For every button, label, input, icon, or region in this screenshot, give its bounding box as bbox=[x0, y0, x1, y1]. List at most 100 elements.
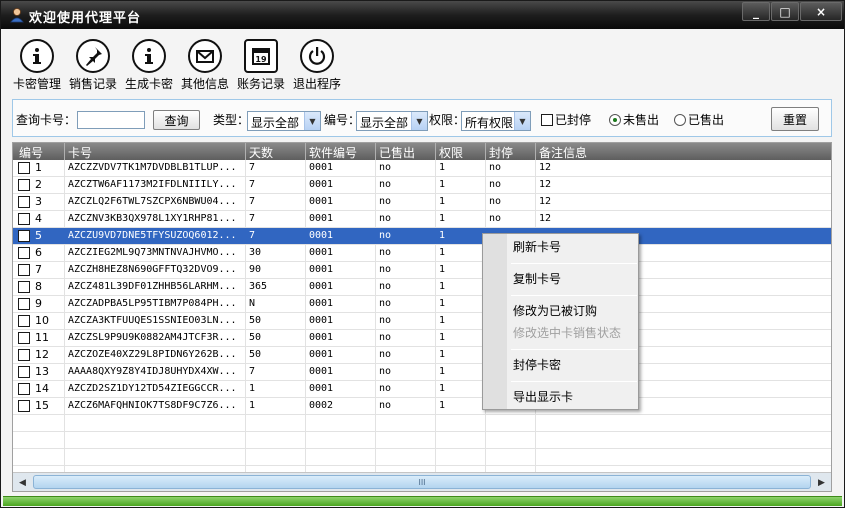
table-cell: no bbox=[379, 298, 392, 309]
other-info-button[interactable]: 其他信息 bbox=[179, 39, 231, 92]
column-header[interactable]: 已售出 bbox=[379, 144, 415, 161]
table-row[interactable]: 2 AZCZTW6AF1173M2IFDLNIIILY... 7 0001 no 1 no 1… bbox=[13, 177, 831, 194]
chevron-down-icon[interactable]: ▼ bbox=[411, 112, 427, 130]
table-row[interactable]: 12 AZCZOZE40XZ29L8PIDN6Y262B... 50 0001 no 1 bbox=[13, 347, 831, 364]
row-checkbox[interactable] bbox=[18, 383, 30, 395]
query-button[interactable]: 查询 bbox=[153, 110, 200, 130]
table-row[interactable]: 9 AZCZADPBA5LP95TIBM7P084PH... N 0001 no 1 bbox=[13, 296, 831, 313]
menu-item-copy-card[interactable]: 复制卡号 bbox=[513, 270, 561, 287]
column-divider[interactable] bbox=[535, 143, 536, 160]
row-checkbox[interactable] bbox=[18, 213, 30, 225]
chevron-down-icon[interactable]: ▼ bbox=[514, 112, 530, 130]
table-row[interactable]: 14 AZCZD2SZ1DY12TD54ZIEGGCCR... 1 0001 no 1 bbox=[13, 381, 831, 398]
column-header[interactable]: 封停 bbox=[489, 144, 513, 161]
row-checkbox[interactable] bbox=[18, 366, 30, 378]
blocked-checkbox[interactable] bbox=[541, 114, 553, 126]
unsold-radio[interactable] bbox=[609, 114, 621, 126]
column-header[interactable]: 卡号 bbox=[68, 144, 92, 161]
card-number-input[interactable] bbox=[77, 111, 145, 129]
close-button[interactable]: × bbox=[800, 2, 842, 21]
row-checkbox[interactable] bbox=[18, 247, 30, 259]
column-header[interactable]: 备注信息 bbox=[539, 144, 587, 161]
row-checkbox[interactable] bbox=[18, 230, 30, 242]
table-cell: 1 bbox=[439, 400, 446, 411]
column-header[interactable]: 编号 bbox=[19, 144, 43, 161]
maximize-button[interactable]: □ bbox=[771, 2, 799, 21]
row-checkbox[interactable] bbox=[18, 349, 30, 361]
chevron-down-icon[interactable]: ▼ bbox=[304, 112, 320, 130]
table-row[interactable]: 11 AZCZSL9P9U9K0882AM4JTCF3R... 50 0001 no 1 bbox=[13, 330, 831, 347]
table-cell: 0001 bbox=[309, 162, 334, 173]
column-header[interactable]: 权限 bbox=[439, 144, 463, 161]
permission-select[interactable]: 所有权限 ▼ bbox=[461, 111, 531, 131]
column-header[interactable]: 软件编号 bbox=[309, 144, 357, 161]
table-cell: AZCZ6MAFQHNIOK7TS8DF9C7Z6... bbox=[68, 400, 237, 411]
menu-item-block-card[interactable]: 封停卡密 bbox=[513, 356, 561, 373]
table-cell: AAAA8QXY9Z8Y4IDJ8UHYDX4XW... bbox=[68, 366, 237, 377]
exit-button[interactable]: 退出程序 bbox=[291, 39, 343, 92]
reset-button[interactable]: 重置 bbox=[771, 107, 819, 131]
table-cell: 4 bbox=[35, 212, 42, 225]
row-checkbox[interactable] bbox=[18, 281, 30, 293]
row-checkbox[interactable] bbox=[18, 196, 30, 208]
table-row[interactable]: 3 AZCZLQ2F6TWL7SZCPX6NBWU04... 7 0001 no 1 no 1… bbox=[13, 194, 831, 211]
table-cell: no bbox=[489, 213, 502, 224]
table-cell: 7 bbox=[249, 196, 256, 207]
table-row[interactable]: 6 AZCZIEG2ML9Q73MNTNVAJHVMO... 30 0001 no 1 bbox=[13, 245, 831, 262]
column-divider[interactable] bbox=[305, 143, 306, 160]
account-record-button[interactable]: 19 账务记录 bbox=[235, 39, 287, 92]
table-cell: AZCZU9VD7DNE5TFYSUZOQ6012... bbox=[68, 230, 237, 241]
context-menu: 刷新卡号 复制卡号 修改为已被订购 修改选中卡销售状态 封停卡密 导出显示卡 bbox=[482, 233, 639, 410]
column-divider[interactable] bbox=[435, 143, 436, 160]
table-cell: 0001 bbox=[309, 281, 334, 292]
calendar-icon: 19 bbox=[244, 39, 278, 73]
row-checkbox[interactable] bbox=[18, 400, 30, 412]
menu-item-export-cards[interactable]: 导出显示卡 bbox=[513, 388, 573, 405]
minimize-button[interactable]: _ bbox=[742, 2, 770, 21]
menu-separator bbox=[511, 381, 637, 382]
menu-item-refresh-card[interactable]: 刷新卡号 bbox=[513, 238, 561, 255]
horizontal-scrollbar[interactable]: ◀ III ▶ bbox=[13, 472, 831, 491]
row-checkbox[interactable] bbox=[18, 332, 30, 344]
table-row[interactable]: 13 AAAA8QXY9Z8Y4IDJ8UHYDX4XW... 7 0001 no 1 bbox=[13, 364, 831, 381]
column-divider[interactable] bbox=[64, 143, 65, 160]
menu-item-mark-ordered[interactable]: 修改为已被订购 bbox=[513, 302, 597, 319]
row-checkbox[interactable] bbox=[18, 298, 30, 310]
table-row[interactable]: 5 AZCZU9VD7DNE5TFYSUZOQ6012... 7 0001 no 1 bbox=[13, 228, 831, 245]
table-row[interactable]: 4 AZCZNV3KB3QX978L1XY1RHP81... 7 0001 no 1 no 1… bbox=[13, 211, 831, 228]
scroll-right-icon[interactable]: ▶ bbox=[813, 474, 830, 491]
title-bar[interactable]: 欢迎使用代理平台 _ □ × bbox=[1, 1, 844, 29]
table-cell: 0001 bbox=[309, 247, 334, 258]
column-divider[interactable] bbox=[245, 143, 246, 160]
power-icon bbox=[300, 39, 334, 73]
row-checkbox[interactable] bbox=[18, 179, 30, 191]
column-header[interactable]: 天数 bbox=[249, 144, 273, 161]
table-cell: no bbox=[489, 162, 502, 173]
row-checkbox[interactable] bbox=[18, 264, 30, 276]
table-row[interactable]: 7 AZCZH8HEZ8N690GFFTQ32DVO9... 90 0001 no 1 bbox=[13, 262, 831, 279]
toolbar: 卡密管理 销售记录 生成卡密 其他信息 19 账务记录 退出程序 bbox=[11, 39, 347, 92]
table-row[interactable]: 15 AZCZ6MAFQHNIOK7TS8DF9C7Z6... 1 0002 no 1 bbox=[13, 398, 831, 415]
table-cell: 7 bbox=[35, 263, 42, 276]
code-label: 编号： bbox=[324, 113, 361, 127]
table-cell: no bbox=[379, 315, 392, 326]
generate-card-button[interactable]: 生成卡密 bbox=[123, 39, 175, 92]
info-icon bbox=[132, 39, 166, 73]
row-checkbox[interactable] bbox=[18, 315, 30, 327]
scroll-left-icon[interactable]: ◀ bbox=[14, 474, 31, 491]
column-divider[interactable] bbox=[485, 143, 486, 160]
row-checkbox[interactable] bbox=[18, 162, 30, 174]
table-cell: 7 bbox=[249, 366, 256, 377]
table-row[interactable]: 1 AZCZZVDV7TK1M7DVDBLB1TLUP... 7 0001 no 1 no 1… bbox=[13, 160, 831, 177]
table-cell: 30 bbox=[249, 247, 262, 258]
sold-radio[interactable] bbox=[674, 114, 686, 126]
card-manage-button[interactable]: 卡密管理 bbox=[11, 39, 63, 92]
scrollbar-thumb[interactable]: III bbox=[33, 475, 811, 489]
column-divider[interactable] bbox=[375, 143, 376, 160]
table-cell: 1 bbox=[439, 332, 446, 343]
sales-record-button[interactable]: 销售记录 bbox=[67, 39, 119, 92]
table-row[interactable]: 8 AZCZ481L39DF01ZHHB56LARHM... 365 0001 no 1 bbox=[13, 279, 831, 296]
table-row[interactable]: 10 AZCZA3KTFUUQES1SSNIEO03LN... 50 0001 no 1 bbox=[13, 313, 831, 330]
type-select[interactable]: 显示全部 ▼ bbox=[247, 111, 321, 131]
code-select[interactable]: 显示全部 ▼ bbox=[356, 111, 428, 131]
